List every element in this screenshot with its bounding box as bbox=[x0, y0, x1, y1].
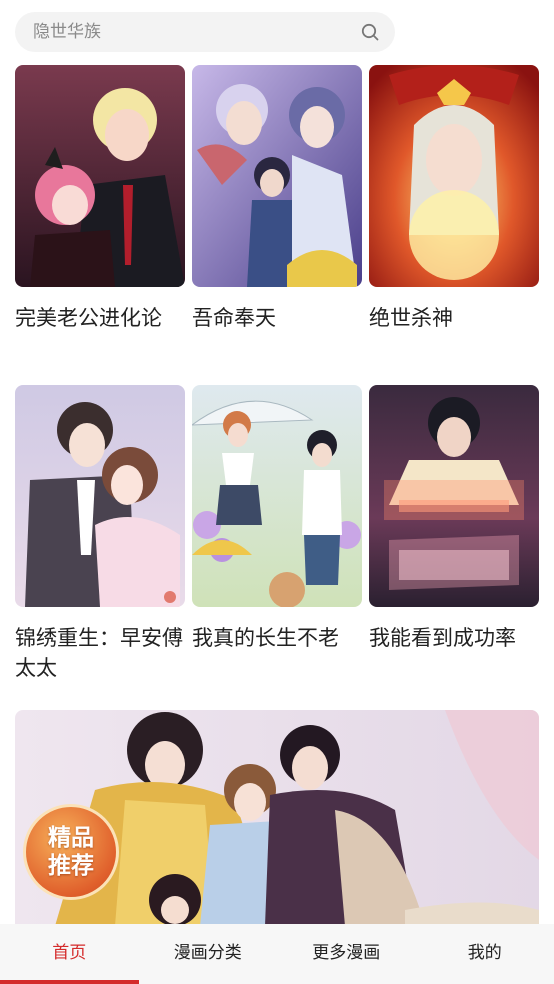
badge-line-1: 精品 bbox=[48, 825, 94, 851]
recommended-badge: 精品 推荐 bbox=[23, 804, 119, 900]
comic-card[interactable]: 吾命奉天 bbox=[192, 65, 362, 333]
comic-cover-image[interactable] bbox=[15, 385, 185, 607]
featured-banner[interactable]: 精品 推荐 bbox=[15, 710, 539, 926]
comic-card[interactable]: 完美老公进化论 bbox=[15, 65, 185, 333]
badge-line-2: 推荐 bbox=[48, 853, 94, 879]
tab-more-comics[interactable]: 更多漫画 bbox=[277, 924, 416, 984]
comic-title[interactable]: 我真的长生不老 bbox=[192, 623, 362, 653]
comic-cover-image[interactable] bbox=[192, 385, 362, 607]
comic-title[interactable]: 绝世杀神 bbox=[369, 303, 539, 333]
comic-cover-image[interactable] bbox=[369, 385, 539, 607]
comic-title[interactable]: 我能看到成功率 bbox=[369, 623, 539, 653]
comic-title[interactable]: 完美老公进化论 bbox=[15, 303, 185, 333]
search-placeholder: 隐世华族 bbox=[33, 22, 101, 42]
comic-cover-image[interactable] bbox=[15, 65, 185, 287]
tab-mine[interactable]: 我的 bbox=[416, 924, 554, 984]
comic-title[interactable]: 锦绣重生：早安傅太太 bbox=[15, 623, 185, 683]
comic-card[interactable]: 我能看到成功率 bbox=[369, 385, 539, 653]
tab-home[interactable]: 首页 bbox=[0, 924, 139, 984]
search-icon[interactable] bbox=[361, 23, 379, 41]
comic-cover-image[interactable] bbox=[369, 65, 539, 287]
bottom-tab-bar: 首页 漫画分类 更多漫画 我的 bbox=[0, 924, 554, 984]
comic-card[interactable]: 绝世杀神 bbox=[369, 65, 539, 333]
tab-comic-categories[interactable]: 漫画分类 bbox=[139, 924, 278, 984]
comic-card[interactable]: 锦绣重生：早安傅太太 bbox=[15, 385, 185, 683]
comic-card[interactable]: 我真的长生不老 bbox=[192, 385, 362, 653]
comic-title[interactable]: 吾命奉天 bbox=[192, 303, 362, 333]
search-bar[interactable]: 隐世华族 bbox=[15, 12, 395, 52]
comic-cover-image[interactable] bbox=[192, 65, 362, 287]
